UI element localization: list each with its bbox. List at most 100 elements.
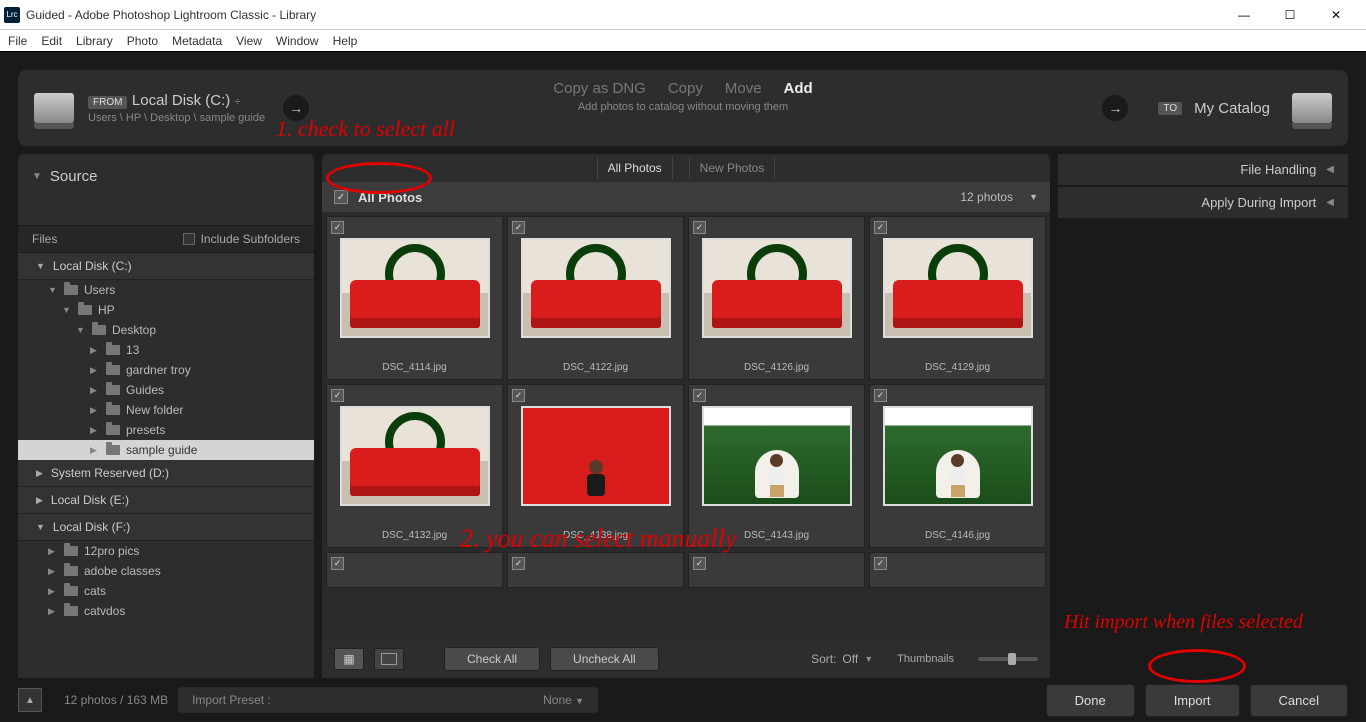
source-header: Source [50, 168, 98, 185]
thumb-checkbox[interactable]: ✓ [512, 389, 525, 402]
include-subfolders-toggle[interactable]: Include Subfolders [183, 232, 300, 246]
thumbnail-cell[interactable]: ✓ [688, 552, 865, 588]
folder-row[interactable]: ▶Guides [18, 380, 314, 400]
thumb-checkbox[interactable]: ✓ [331, 221, 344, 234]
thumb-filename: DSC_4126.jpg [744, 362, 809, 373]
thumb-checkbox[interactable]: ✓ [512, 557, 525, 570]
thumbnail-cell[interactable]: ✓ DSC_4114.jpg [326, 216, 503, 380]
thumb-checkbox[interactable]: ✓ [693, 221, 706, 234]
folder-row[interactable]: ▶sample guide [18, 440, 314, 460]
drive-row[interactable]: ▶System Reserved (D:) [18, 460, 314, 487]
thumbnail-cell[interactable]: ✓DSC_4143.jpg [688, 384, 865, 548]
thumbnail-cell[interactable]: ✓ [507, 552, 684, 588]
menu-metadata[interactable]: Metadata [172, 34, 222, 48]
thumb-filename: DSC_4132.jpg [382, 530, 447, 541]
grid-view-button[interactable]: ▦ [334, 648, 364, 670]
import-preset-bar[interactable]: Import Preset : None ▼ [178, 687, 598, 713]
menu-photo[interactable]: Photo [127, 34, 158, 48]
folder-row[interactable]: ▶13 [18, 340, 314, 360]
thumbnail-cell[interactable]: ✓ [869, 552, 1046, 588]
loupe-view-button[interactable] [374, 648, 404, 670]
footer-bar: ▲ 12 photos / 163 MB Import Preset : Non… [0, 678, 1366, 722]
folder-row[interactable]: ▶12pro pics [18, 541, 314, 561]
files-label: Files [32, 232, 57, 246]
mode-copy[interactable]: Copy [668, 80, 703, 97]
filmstrip-toggle[interactable]: ▲ [18, 688, 42, 712]
menu-help[interactable]: Help [333, 34, 358, 48]
thumb-filename: DSC_4114.jpg [382, 362, 446, 373]
source-drive-icon [34, 93, 74, 123]
thumbnail-cell[interactable]: ✓ DSC_4146.jpg [869, 384, 1046, 548]
sort-dropdown-icon[interactable]: ▼ [1029, 192, 1038, 202]
thumbnail-cell[interactable]: ✓ DSC_4132.jpg [326, 384, 503, 548]
folder-row[interactable]: ▼Desktop [18, 320, 314, 340]
grid-header: ✓ All Photos 12 photos ▼ [322, 182, 1050, 212]
thumb-filename: DSC_4129.jpg [925, 362, 990, 373]
thumbnail-cell[interactable]: ✓ DSC_4138.jpg [507, 384, 684, 548]
from-arrow-icon[interactable]: → [283, 95, 309, 121]
folder-row[interactable]: ▶cats [18, 581, 314, 601]
right-panel-file-handling[interactable]: File Handling◀ [1058, 154, 1348, 185]
thumb-checkbox[interactable]: ✓ [693, 557, 706, 570]
to-title: My Catalog [1194, 100, 1270, 117]
thumb-checkbox[interactable]: ✓ [874, 389, 887, 402]
thumb-checkbox[interactable]: ✓ [874, 221, 887, 234]
menu-file[interactable]: File [8, 34, 27, 48]
from-badge: FROM [88, 96, 127, 109]
grid-title: All Photos [358, 190, 422, 205]
thumb-checkbox[interactable]: ✓ [693, 389, 706, 402]
drive-row[interactable]: ▼Local Disk (F:) [18, 514, 314, 541]
cancel-button[interactable]: Cancel [1250, 684, 1348, 717]
maximize-button[interactable]: ☐ [1276, 5, 1304, 25]
thumb-filename: DSC_4138.jpg [563, 530, 628, 541]
to-arrow-icon[interactable]: → [1102, 95, 1128, 121]
app-icon: Lrc [4, 7, 20, 23]
thumb-checkbox[interactable]: ✓ [874, 557, 887, 570]
tab-all-photos[interactable]: All Photos [597, 157, 673, 179]
menu-edit[interactable]: Edit [41, 34, 62, 48]
menu-window[interactable]: Window [276, 34, 319, 48]
thumbnail-cell[interactable]: ✓ DSC_4129.jpg [869, 216, 1046, 380]
dest-drive-icon [1292, 93, 1332, 123]
select-all-checkbox[interactable]: ✓ [334, 190, 348, 204]
close-button[interactable]: ✕ [1322, 5, 1350, 25]
sort-value[interactable]: Off [842, 652, 858, 666]
mode-copy-as-dng[interactable]: Copy as DNG [553, 80, 646, 97]
menu-library[interactable]: Library [76, 34, 113, 48]
check-all-button[interactable]: Check All [444, 647, 540, 671]
folder-row[interactable]: ▼HP [18, 300, 314, 320]
chevron-down-icon[interactable]: ▼ [575, 696, 584, 706]
mode-move[interactable]: Move [725, 80, 762, 97]
thumbnail-cell[interactable]: ✓ DSC_4126.jpg [688, 216, 865, 380]
import-button[interactable]: Import [1145, 684, 1240, 717]
drive-row[interactable]: ▶Local Disk (E:) [18, 487, 314, 514]
collapse-icon[interactable]: ▼ [32, 171, 42, 182]
folder-row[interactable]: ▶catvdos [18, 601, 314, 621]
right-panel-apply-during-import[interactable]: Apply During Import◀ [1058, 187, 1348, 218]
mode-add[interactable]: Add [784, 80, 813, 97]
thumb-checkbox[interactable]: ✓ [331, 557, 344, 570]
minimize-button[interactable]: — [1230, 5, 1258, 25]
folder-row[interactable]: ▶presets [18, 420, 314, 440]
drive-row[interactable]: ▼Local Disk (C:) [18, 253, 314, 280]
thumb-filename: DSC_4146.jpg [925, 530, 990, 541]
folder-row[interactable]: ▶adobe classes [18, 561, 314, 581]
menu-view[interactable]: View [236, 34, 262, 48]
thumb-checkbox[interactable]: ✓ [512, 221, 525, 234]
folder-row[interactable]: ▶New folder [18, 400, 314, 420]
thumbnail-size-slider[interactable] [978, 657, 1038, 661]
thumb-checkbox[interactable]: ✓ [331, 389, 344, 402]
from-title[interactable]: Local Disk (C:) [132, 92, 235, 109]
folder-row[interactable]: ▶gardner troy [18, 360, 314, 380]
from-path: Users \ HP \ Desktop \ sample guide [88, 112, 265, 124]
thumbnail-cell[interactable]: ✓DSC_4122.jpg [507, 216, 684, 380]
done-button[interactable]: Done [1046, 684, 1135, 717]
chevron-down-icon[interactable]: ▼ [864, 654, 873, 664]
tab-new-photos[interactable]: New Photos [689, 157, 776, 179]
title-bar: Lrc Guided - Adobe Photoshop Lightroom C… [0, 0, 1366, 30]
preset-label: Import Preset : [192, 693, 271, 707]
thumbnail-cell[interactable]: ✓ [326, 552, 503, 588]
footer-info: 12 photos / 163 MB [64, 693, 168, 707]
folder-row[interactable]: ▼Users [18, 280, 314, 300]
uncheck-all-button[interactable]: Uncheck All [550, 647, 659, 671]
